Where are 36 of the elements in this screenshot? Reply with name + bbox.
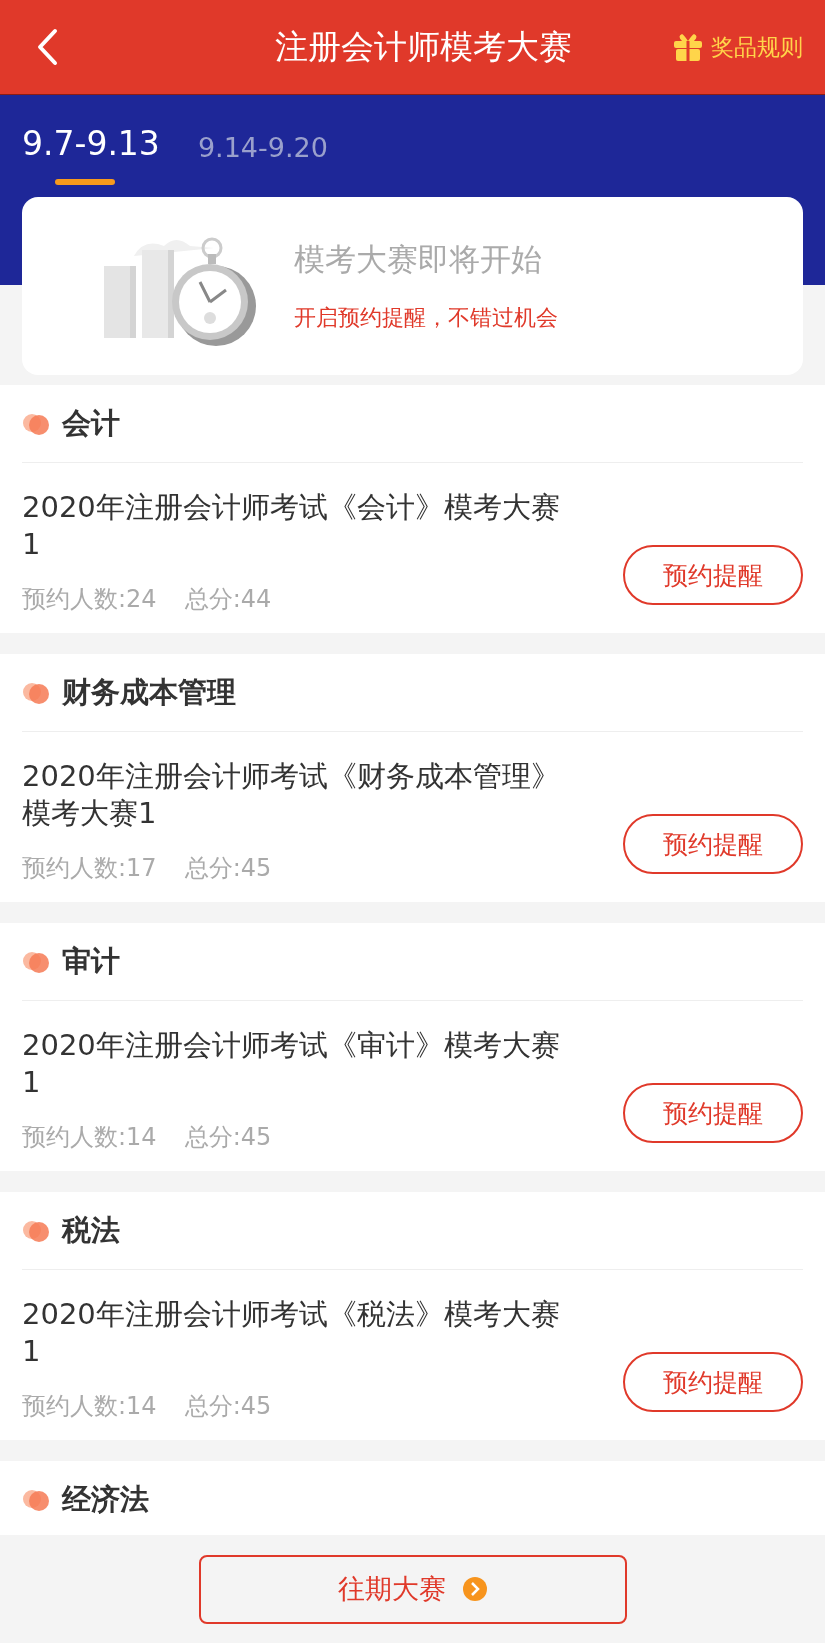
total-score: 总分:44 <box>184 584 272 615</box>
total-score: 总分:45 <box>184 853 272 884</box>
page-title: 注册会计师模考大赛 <box>275 25 572 68</box>
date-tab[interactable]: 9.7-9.13 <box>22 124 160 185</box>
signup-count: 预约人数:14 <box>22 1122 157 1153</box>
exam-title: 2020年注册会计师考试《税法》模考大赛1 <box>22 1296 561 1370</box>
total-score: 总分:45 <box>184 1122 272 1153</box>
gift-icon <box>673 32 703 62</box>
date-tab[interactable]: 9.14-9.20 <box>197 132 328 185</box>
signup-count: 预约人数:17 <box>22 853 157 884</box>
exam-title: 2020年注册会计师考试《财务成本管理》模考大赛1 <box>22 758 561 832</box>
past-contests-button[interactable]: 往期大赛 <box>198 1554 627 1624</box>
remind-button[interactable]: 预约提醒 <box>623 1083 803 1143</box>
subject-name: 审计 <box>62 942 120 980</box>
dots-icon <box>22 411 50 436</box>
signup-count: 预约人数:24 <box>22 584 157 615</box>
subject-name: 财务成本管理 <box>62 673 236 711</box>
dots-icon <box>22 1218 50 1243</box>
subject-name: 税法 <box>62 1211 120 1249</box>
signup-count: 预约人数:14 <box>22 1391 157 1422</box>
exam-title: 2020年注册会计师考试《会计》模考大赛1 <box>22 489 561 563</box>
prize-rules-link[interactable]: 奖品规则 <box>673 31 803 63</box>
total-score: 总分:45 <box>184 1391 272 1422</box>
remind-button[interactable]: 预约提醒 <box>623 814 803 874</box>
subject-name: 会计 <box>62 404 120 442</box>
subject-name: 经济法 <box>62 1480 149 1518</box>
back-icon <box>36 28 58 66</box>
banner-title: 模考大赛即将开始 <box>294 240 543 279</box>
dots-icon <box>22 949 50 974</box>
dots-icon <box>22 1487 50 1512</box>
dots-icon <box>22 680 50 705</box>
chevron-right-icon <box>461 1576 488 1602</box>
exam-title: 2020年注册会计师考试《审计》模考大赛1 <box>22 1027 561 1101</box>
remind-button[interactable]: 预约提醒 <box>623 1352 803 1412</box>
remind-button[interactable]: 预约提醒 <box>623 545 803 605</box>
banner-subtitle: 开启预约提醒，不错过机会 <box>294 304 558 332</box>
